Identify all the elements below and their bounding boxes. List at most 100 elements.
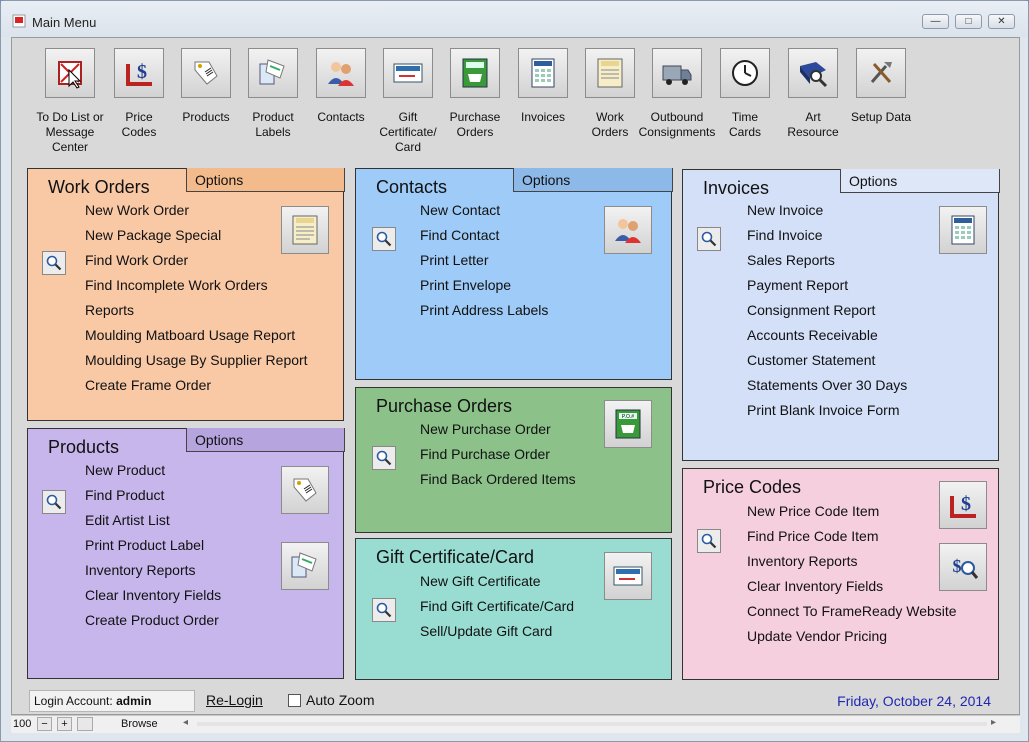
invoices-link[interactable]: Find Invoice: [747, 227, 822, 243]
products-search-button[interactable]: [42, 490, 66, 514]
main-window: Main Menu ― □ ✕ To Do List or Message Ce…: [0, 0, 1029, 742]
invoices-link[interactable]: Statements Over 30 Days: [747, 377, 907, 393]
zoom-level[interactable]: 100: [13, 718, 31, 730]
price-codes-panel: Price Codes $ $ New Price Code Item Find …: [682, 468, 999, 680]
products-link[interactable]: Print Product Label: [85, 537, 204, 553]
scroll-right-icon[interactable]: ▸: [991, 717, 996, 728]
purchase-orders-search-button[interactable]: [372, 446, 396, 470]
minimize-button[interactable]: ―: [922, 14, 949, 29]
contacts-link[interactable]: Print Envelope: [420, 277, 511, 293]
contacts-link[interactable]: Print Address Labels: [420, 302, 548, 318]
invoices-panel-button[interactable]: [939, 206, 987, 254]
invoices-link[interactable]: Print Blank Invoice Form: [747, 402, 900, 418]
horizontal-scrollbar[interactable]: [197, 722, 987, 726]
price-codes-link[interactable]: New Price Code Item: [747, 503, 879, 519]
products-link[interactable]: New Product: [85, 462, 165, 478]
contacts-link[interactable]: New Contact: [420, 202, 500, 218]
work-orders-icon: [292, 215, 318, 245]
maximize-icon: □: [965, 16, 972, 27]
auto-zoom-checkbox[interactable]: [288, 694, 301, 707]
price-codes-link[interactable]: Inventory Reports: [747, 553, 858, 569]
price-codes-link[interactable]: Update Vendor Pricing: [747, 628, 887, 644]
magnifier-icon: [46, 494, 62, 510]
invoices-link[interactable]: New Invoice: [747, 202, 823, 218]
invoices-link[interactable]: Sales Reports: [747, 252, 835, 268]
contacts-link[interactable]: Find Contact: [420, 227, 499, 243]
svg-text:$: $: [137, 61, 147, 83]
contacts-options-tab[interactable]: Options: [513, 168, 673, 192]
maximize-button[interactable]: □: [955, 14, 982, 29]
invoices-options-tab[interactable]: Options: [840, 169, 1000, 193]
price-codes-link[interactable]: Clear Inventory Fields: [747, 578, 883, 594]
gift-cert-link[interactable]: New Gift Certificate: [420, 573, 541, 589]
products-title: Products: [48, 437, 120, 457]
work-orders-link[interactable]: Create Frame Order: [85, 377, 211, 393]
svg-text:$: $: [953, 556, 962, 576]
price-codes-panel-button[interactable]: $: [939, 481, 987, 529]
products-options-tab[interactable]: Options: [186, 428, 345, 452]
work-orders-options-tab[interactable]: Options: [186, 168, 345, 192]
work-orders-link[interactable]: New Package Special: [85, 227, 221, 243]
products-link[interactable]: Clear Inventory Fields: [85, 587, 221, 603]
work-orders-panel-button[interactable]: [281, 206, 329, 254]
invoices-link[interactable]: Payment Report: [747, 277, 848, 293]
products-link[interactable]: Edit Artist List: [85, 512, 170, 528]
invoices-link[interactable]: Accounts Receivable: [747, 327, 878, 343]
gift-certificate-panel: Gift Certificate/Card New Gift Certifica…: [355, 538, 672, 680]
price-codes-search-button[interactable]: [697, 529, 721, 553]
relogin-link[interactable]: Re-Login: [206, 692, 263, 708]
gift-certificate-search-button[interactable]: [372, 598, 396, 622]
contacts-icon: [615, 219, 641, 243]
todo-icon: [58, 61, 82, 89]
invoices-link[interactable]: Consignment Report: [747, 302, 875, 318]
price-code-search-panel-button[interactable]: $: [939, 543, 987, 591]
work-orders-link[interactable]: Moulding Matboard Usage Report: [85, 327, 295, 343]
purchase-orders-panel: Purchase Orders P.O.# New Purchase Order…: [355, 387, 672, 533]
zoom-out-button[interactable]: −: [37, 717, 52, 731]
zoom-in-button[interactable]: +: [57, 717, 72, 731]
work-orders-panel: Work Orders Options New Work Order New Pa…: [27, 168, 345, 421]
invoices-link[interactable]: Customer Statement: [747, 352, 875, 368]
gift-cert-link[interactable]: Find Gift Certificate/Card: [420, 598, 574, 614]
work-orders-link[interactable]: Reports: [85, 302, 134, 318]
magnifier-icon: [376, 231, 392, 247]
products-link[interactable]: Create Product Order: [85, 612, 219, 628]
contacts-link[interactable]: Print Letter: [420, 252, 488, 268]
products-panel-button[interactable]: [281, 466, 329, 514]
invoices-icon: [951, 215, 975, 245]
purchase-orders-link[interactable]: Find Back Ordered Items: [420, 471, 576, 487]
magnifier-icon: [701, 533, 717, 549]
products-panel: Products Options New Product Find Product…: [27, 428, 345, 679]
products-link[interactable]: Find Product: [85, 487, 164, 503]
purchase-orders-title: Purchase Orders: [376, 396, 513, 416]
magnifier-icon: [376, 602, 392, 618]
gift-certificate-panel-button[interactable]: [604, 552, 652, 600]
work-orders-link[interactable]: New Work Order: [85, 202, 189, 218]
toolbar-item-tools[interactable]: Setup Data: [831, 48, 931, 125]
work-orders-link[interactable]: Find Incomplete Work Orders: [85, 277, 268, 293]
product-labels-panel-button[interactable]: [281, 542, 329, 590]
magnifier-icon: [376, 450, 392, 466]
work-orders-link[interactable]: Find Work Order: [85, 252, 188, 268]
products-icon: [293, 478, 317, 502]
purchase-orders-link[interactable]: New Purchase Order: [420, 421, 551, 437]
toolbar-button[interactable]: [856, 48, 906, 98]
toolbar-button[interactable]: [45, 48, 95, 98]
contacts-search-button[interactable]: [372, 227, 396, 251]
invoices-search-button[interactable]: [697, 227, 721, 251]
scroll-left-icon[interactable]: ◂: [183, 717, 188, 728]
products-link[interactable]: Inventory Reports: [85, 562, 196, 578]
purchase-orders-panel-button[interactable]: P.O.#: [604, 400, 652, 448]
work-orders-search-button[interactable]: [42, 251, 66, 275]
contacts-panel: Contacts Options New Contact Find Contact…: [355, 168, 673, 380]
contacts-panel-button[interactable]: [604, 206, 652, 254]
current-date: Friday, October 24, 2014: [837, 693, 991, 709]
price-codes-icon: $: [950, 493, 976, 518]
gift-cert-link[interactable]: Sell/Update Gift Card: [420, 623, 552, 639]
purchase-orders-link[interactable]: Find Purchase Order: [420, 446, 550, 462]
price-codes-link[interactable]: Find Price Code Item: [747, 528, 879, 544]
toggle-status-toolbar-button[interactable]: [77, 717, 93, 731]
price-codes-link[interactable]: Connect To FrameReady Website: [747, 603, 957, 619]
work-orders-link[interactable]: Moulding Usage By Supplier Report: [85, 352, 308, 368]
close-button[interactable]: ✕: [988, 14, 1015, 29]
